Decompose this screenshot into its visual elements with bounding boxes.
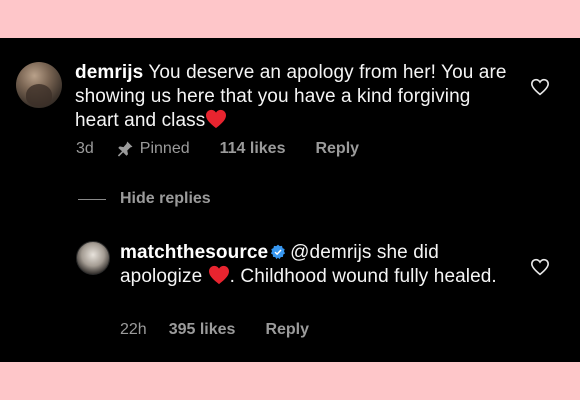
hide-replies-label: Hide replies bbox=[120, 190, 211, 207]
reply-meta: 22h 395 likes Reply bbox=[120, 321, 339, 339]
comment-username[interactable]: demrijs bbox=[75, 62, 143, 83]
comment-meta: 3d Pinned 114 likes Reply bbox=[76, 140, 389, 158]
divider-line bbox=[78, 198, 106, 200]
hide-replies-button[interactable]: Hide replies bbox=[78, 190, 211, 208]
reply-text: matchthesource @demrijs she did apologiz… bbox=[120, 241, 500, 289]
heart-outline-icon[interactable] bbox=[530, 78, 550, 96]
comments-panel: demrijs You deserve an apology from her!… bbox=[0, 38, 580, 362]
reply-button[interactable]: Reply bbox=[315, 140, 359, 158]
verified-badge-icon bbox=[271, 244, 286, 260]
pin-icon bbox=[117, 141, 133, 157]
avatar-matchthesource[interactable] bbox=[76, 241, 110, 275]
red-heart-emoji-icon bbox=[206, 109, 227, 129]
reply-username[interactable]: matchthesource bbox=[120, 242, 268, 263]
red-heart-emoji-icon bbox=[208, 265, 229, 285]
reply-reply-button[interactable]: Reply bbox=[265, 321, 309, 339]
reply-body-2: . Childhood wound fully healed. bbox=[229, 266, 497, 287]
comment-likes[interactable]: 114 likes bbox=[220, 140, 286, 158]
reply-mention[interactable]: @demrijs bbox=[290, 242, 371, 263]
avatar-demrijs[interactable] bbox=[16, 62, 62, 108]
comment-text: demrijs You deserve an apology from her!… bbox=[75, 61, 515, 133]
reply-time: 22h bbox=[120, 321, 147, 338]
heart-outline-icon[interactable] bbox=[530, 258, 550, 276]
reply-likes[interactable]: 395 likes bbox=[169, 321, 236, 339]
pinned-label: Pinned bbox=[116, 140, 190, 158]
comment-time: 3d bbox=[76, 140, 94, 157]
